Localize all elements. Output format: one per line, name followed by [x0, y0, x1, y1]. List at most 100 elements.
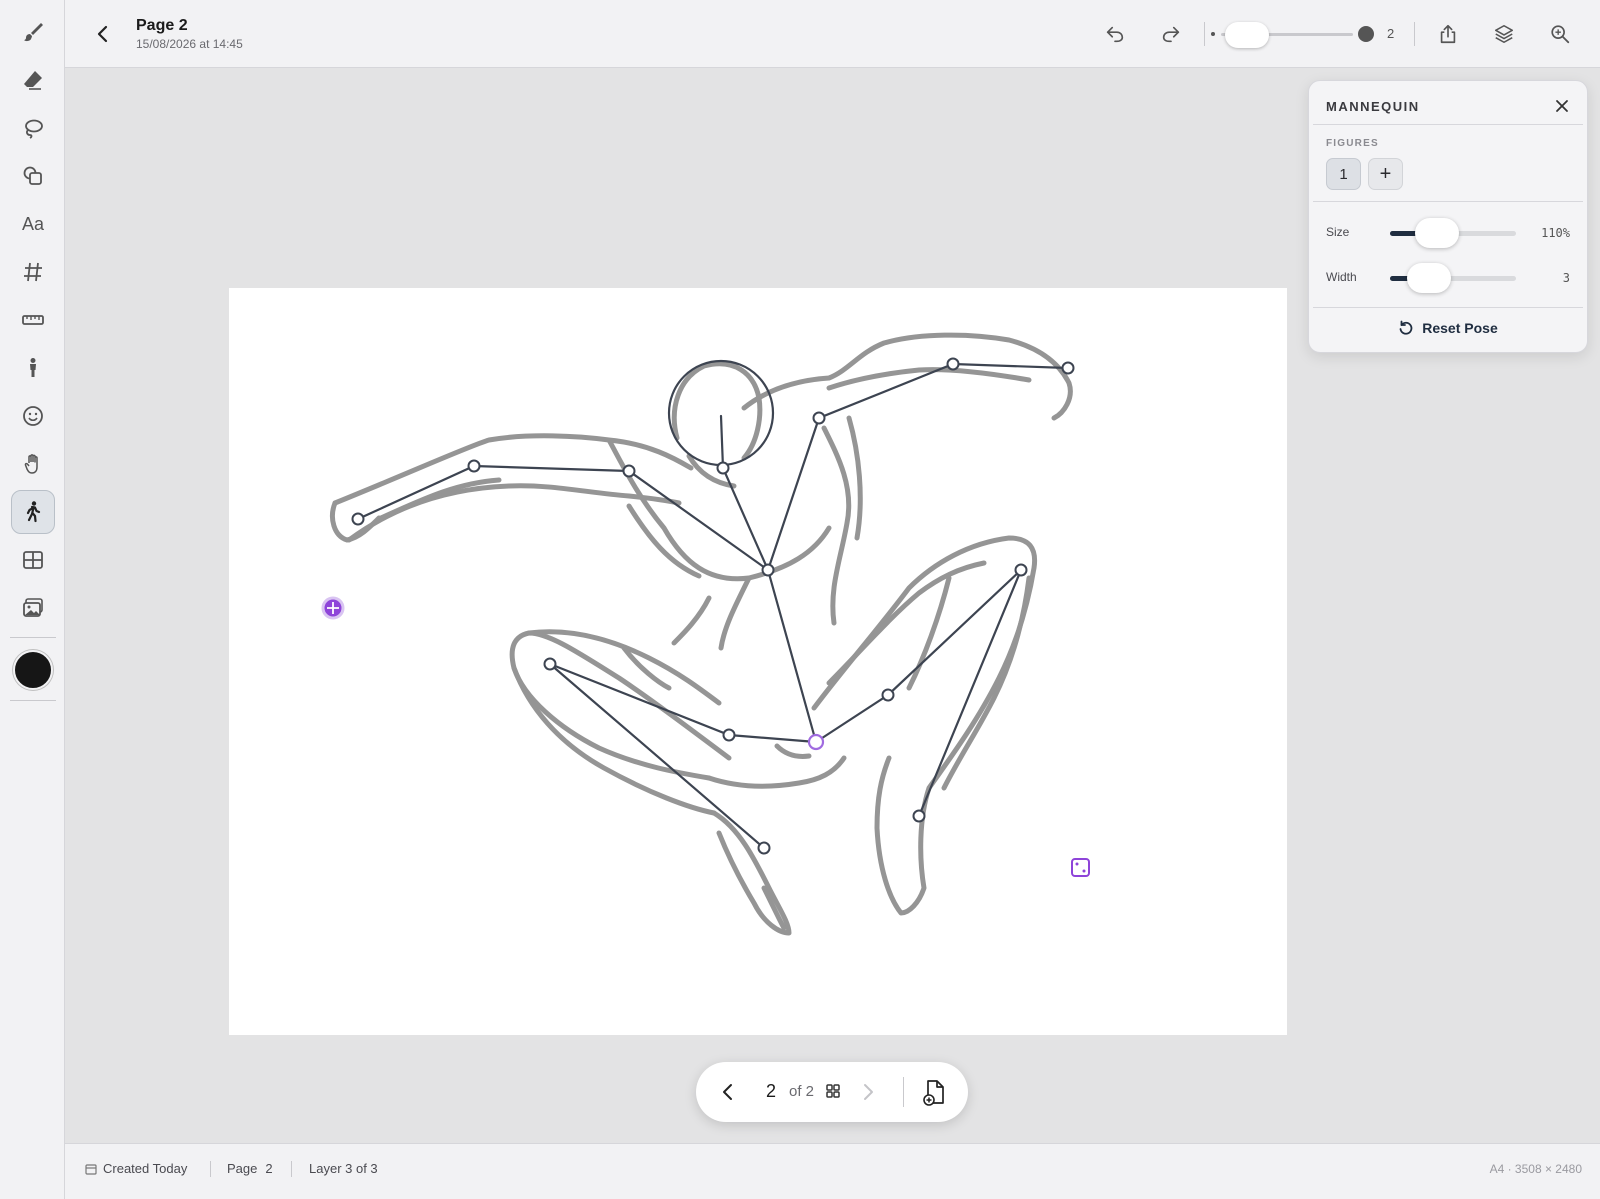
eraser-tool[interactable] — [11, 58, 55, 102]
resize-handle[interactable] — [1071, 858, 1090, 877]
chevron-left-icon — [723, 1084, 732, 1100]
pager-divider — [903, 1077, 904, 1107]
chevron-right-icon — [864, 1084, 873, 1100]
add-figure-button[interactable]: + — [1368, 158, 1403, 190]
grid-tool[interactable] — [11, 250, 55, 294]
figure-1-button[interactable]: 1 — [1326, 158, 1361, 190]
person-standing-icon — [30, 358, 36, 377]
reset-pose-button[interactable]: Reset Pose — [1313, 308, 1583, 348]
page-navigator: 2 of 2 — [696, 1062, 968, 1122]
page-status-value: 2 — [265, 1161, 273, 1176]
brush-size-value: 2 — [1387, 26, 1395, 41]
hand-icon — [24, 454, 38, 474]
page-count: of 2 — [789, 1083, 815, 1100]
width-slider-thumb[interactable] — [1407, 263, 1452, 293]
reset-pose-label: Reset Pose — [1422, 320, 1498, 336]
back-button[interactable] — [89, 20, 117, 48]
size-slider[interactable] — [1390, 218, 1516, 248]
topbar-divider — [1414, 22, 1415, 46]
hash-grid-icon — [24, 262, 42, 282]
width-slider[interactable] — [1390, 263, 1516, 293]
add-page-icon — [923, 1080, 944, 1106]
mannequin-tool[interactable] — [11, 490, 55, 534]
zoom-search-icon — [1551, 25, 1570, 44]
panel-divider — [1313, 201, 1583, 202]
undo-icon — [1106, 26, 1124, 43]
ruler-tool[interactable] — [11, 298, 55, 342]
figure-sketch — [330, 332, 1073, 936]
reset-icon — [1399, 320, 1413, 335]
topbar-divider — [1204, 22, 1205, 46]
face-icon — [23, 406, 43, 426]
close-icon — [1556, 100, 1568, 112]
mannequin-skeleton — [356, 362, 1070, 850]
ruler-icon — [22, 315, 44, 325]
image-icon — [23, 598, 43, 617]
layers-button[interactable] — [1490, 20, 1518, 48]
created-label: Created Today — [103, 1161, 188, 1176]
brush-size-slider[interactable]: 2 — [1211, 22, 1446, 48]
page-title: Page 2 — [136, 17, 188, 34]
calendar-icon — [85, 1163, 97, 1175]
page-grid-button[interactable] — [825, 1083, 841, 1099]
left-toolbar: Aa — [0, 0, 65, 1199]
toolbar-divider — [10, 637, 56, 638]
image-tool[interactable] — [11, 586, 55, 630]
brush-tool[interactable] — [11, 10, 55, 54]
share-icon — [1440, 24, 1456, 44]
shapes-icon — [23, 166, 42, 185]
top-bar: Page 2 15/08/2026 at 14:45 2 — [65, 0, 1600, 68]
current-page-number[interactable]: 2 — [766, 1081, 776, 1102]
layers-icon — [1494, 24, 1514, 44]
next-page-button[interactable] — [856, 1080, 880, 1104]
figures-label: FIGURES — [1326, 138, 1379, 149]
panels-tool[interactable] — [11, 538, 55, 582]
shapes-tool[interactable] — [11, 154, 55, 198]
panel-title: MANNEQUIN — [1326, 99, 1420, 114]
small-size-dot — [1211, 32, 1215, 36]
undo-button[interactable] — [1101, 20, 1129, 48]
figure-tool[interactable] — [11, 346, 55, 390]
drawing-layer — [321, 332, 1090, 936]
page-status-label: Page — [227, 1161, 258, 1176]
drawing-canvas[interactable] — [229, 288, 1287, 1035]
redo-button[interactable] — [1157, 20, 1185, 48]
status-divider — [210, 1161, 211, 1177]
previous-page-button[interactable] — [716, 1080, 740, 1104]
close-panel-button[interactable] — [1553, 97, 1571, 115]
grid-view-icon — [826, 1084, 840, 1098]
size-slider-thumb[interactable] — [1414, 218, 1459, 248]
size-label: Size — [1326, 225, 1350, 239]
text-tool-label: Aa — [21, 213, 45, 234]
eraser-icon — [24, 71, 42, 90]
panels-grid-icon — [23, 551, 43, 569]
redo-icon — [1162, 26, 1180, 43]
status-divider — [291, 1161, 292, 1177]
share-button[interactable] — [1434, 20, 1462, 48]
hand-tool[interactable] — [11, 442, 55, 486]
page-status: Page 2 — [227, 1161, 273, 1176]
text-tool[interactable]: Aa — [11, 202, 55, 246]
width-label: Width — [1326, 270, 1357, 284]
pelvis-root-joint[interactable] — [807, 733, 825, 751]
brush-icon — [24, 23, 43, 42]
lasso-tool[interactable] — [11, 106, 55, 150]
toolbar-divider — [10, 700, 56, 701]
status-bar: Created Today Page 2 Layer 3 of 3 A4 · 3… — [65, 1143, 1600, 1199]
size-value: 110% — [1541, 226, 1570, 240]
panel-divider — [1313, 124, 1583, 125]
layer-status-label: Layer 3 of 3 — [309, 1161, 378, 1176]
document-size: A4 · 3508 × 2480 — [1489, 1162, 1582, 1176]
page-timestamp: 15/08/2026 at 14:45 — [136, 37, 243, 51]
current-color-swatch[interactable] — [13, 650, 53, 690]
chevron-left-icon — [97, 25, 108, 43]
face-tool[interactable] — [11, 394, 55, 438]
large-size-dot — [1358, 26, 1374, 42]
lasso-icon — [25, 119, 43, 139]
move-handle[interactable] — [321, 596, 345, 620]
add-page-button[interactable] — [922, 1078, 948, 1106]
width-value: 3 — [1562, 271, 1570, 285]
zoom-button[interactable] — [1546, 20, 1574, 48]
created-status: Created Today — [85, 1161, 187, 1176]
brush-size-thumb[interactable] — [1225, 22, 1269, 48]
